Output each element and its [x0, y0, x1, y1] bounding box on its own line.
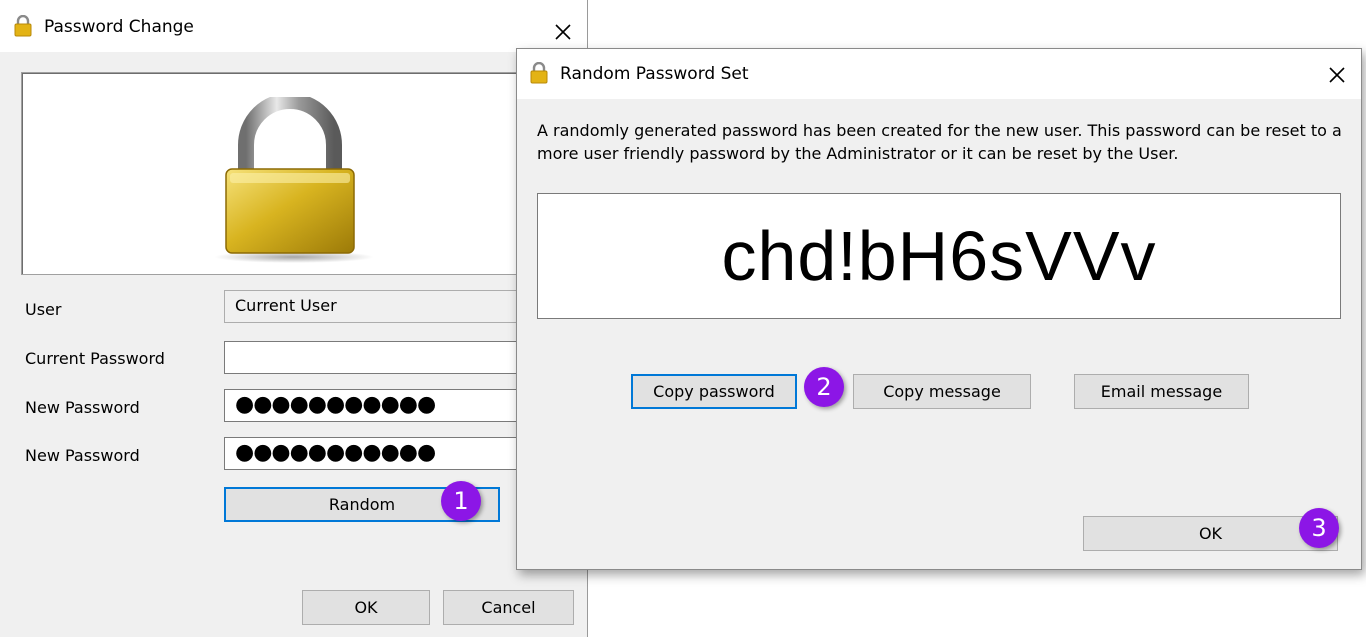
window-title: Password Change — [44, 17, 194, 37]
ok-button[interactable]: OK — [302, 590, 430, 625]
title-bar: Random Password Set — [517, 49, 1361, 99]
padlock-image — [214, 97, 374, 263]
confirm-password-field[interactable]: ●●●●●●●●●●● — [224, 437, 534, 470]
window-title: Random Password Set — [560, 64, 749, 84]
password-change-dialog: Password Change User Current User Curren… — [0, 0, 588, 637]
padlock-image-panel — [21, 72, 521, 275]
random-password-dialog: Random Password Set A randomly generated… — [516, 48, 1362, 570]
info-message: A randomly generated password has been c… — [537, 121, 1342, 163]
step-badge-2: 2 — [804, 367, 844, 407]
close-icon[interactable] — [551, 20, 575, 44]
current-password-label: Current Password — [25, 349, 165, 368]
user-label: User — [25, 300, 62, 319]
cancel-button[interactable]: Cancel — [443, 590, 574, 625]
title-bar: Password Change — [0, 0, 587, 52]
user-field: Current User — [224, 290, 534, 323]
step-badge-1: 1 — [441, 481, 481, 521]
copy-password-button[interactable]: Copy password — [631, 374, 797, 409]
lock-icon — [14, 15, 32, 37]
new-password-field[interactable]: ●●●●●●●●●●● — [224, 389, 534, 422]
generated-password-display: chd!bH6sVVv — [537, 193, 1341, 319]
lock-icon — [530, 62, 548, 84]
confirm-password-label: New Password — [25, 446, 140, 465]
new-password-label: New Password — [25, 398, 140, 417]
copy-message-button[interactable]: Copy message — [853, 374, 1031, 409]
step-badge-3: 3 — [1299, 508, 1339, 548]
current-password-field[interactable] — [224, 341, 534, 374]
email-message-button[interactable]: Email message — [1074, 374, 1249, 409]
close-icon[interactable] — [1325, 63, 1349, 87]
